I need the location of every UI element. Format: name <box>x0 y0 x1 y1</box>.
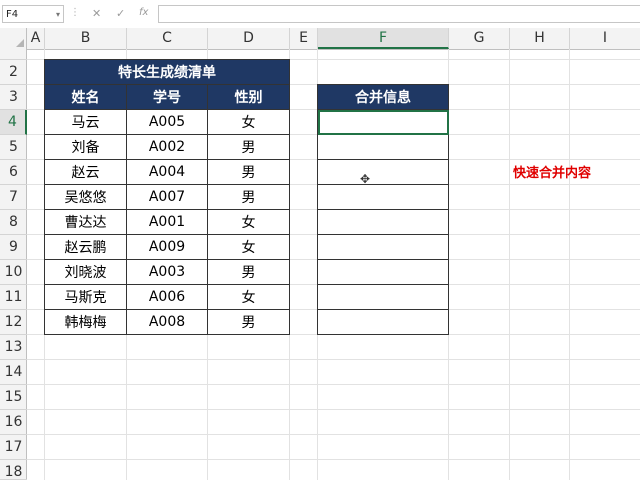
merge-cell[interactable] <box>317 209 449 235</box>
row-header-selected[interactable]: 4 <box>0 110 27 135</box>
name-box-value: F4 <box>6 9 19 20</box>
cell-id[interactable]: A007 <box>126 184 208 210</box>
table-row: 赵云 A004 男 <box>44 159 290 185</box>
cell-name[interactable]: 刘晓波 <box>44 259 127 285</box>
merge-info-table: 合并信息 <box>317 84 449 335</box>
cell-gender[interactable]: 女 <box>207 234 290 260</box>
enter-icon[interactable]: ✓ <box>116 7 125 20</box>
cell-id[interactable]: A005 <box>126 109 208 135</box>
row-header[interactable]: 11 <box>0 285 27 310</box>
merge-cell[interactable] <box>317 159 449 185</box>
row-header[interactable]: 2 <box>0 60 27 85</box>
row-header-column: 2 3 4 5 6 7 8 9 10 11 12 13 14 15 16 17 … <box>0 49 27 480</box>
student-table: 特长生成绩清单 姓名 学号 性别 马云 A005 女 刘备 A002 男 赵云 … <box>44 59 290 335</box>
function-icon[interactable]: fx <box>139 7 148 18</box>
cell-name[interactable]: 马斯克 <box>44 284 127 310</box>
cell-name[interactable]: 刘备 <box>44 134 127 160</box>
cell-id[interactable]: A009 <box>126 234 208 260</box>
table-row: 刘备 A002 男 <box>44 134 290 160</box>
cursor-icon: ✥ <box>360 172 371 186</box>
annotation-text: 快速合并内容 <box>513 166 592 181</box>
merge-cell[interactable] <box>317 284 449 310</box>
cell-gender[interactable]: 男 <box>207 159 290 185</box>
cell-name[interactable]: 赵云鹏 <box>44 234 127 260</box>
row-header[interactable]: 12 <box>0 310 27 335</box>
row-header[interactable]: 7 <box>0 185 27 210</box>
row-header[interactable]: 6 <box>0 160 27 185</box>
column-header-h[interactable]: H <box>510 28 570 49</box>
merge-cell[interactable] <box>317 259 449 285</box>
merge-cell[interactable] <box>317 134 449 160</box>
cell-gender[interactable]: 男 <box>207 134 290 160</box>
row-header[interactable]: 15 <box>0 385 27 410</box>
column-header-d[interactable]: D <box>208 28 290 49</box>
merge-cell[interactable] <box>317 184 449 210</box>
header-gender[interactable]: 性别 <box>207 84 290 110</box>
row-header[interactable]: 8 <box>0 210 27 235</box>
cell-name[interactable]: 马云 <box>44 109 127 135</box>
cell-name[interactable]: 吴悠悠 <box>44 184 127 210</box>
header-id[interactable]: 学号 <box>126 84 208 110</box>
column-header-row: A B C D E F G H I <box>0 28 640 50</box>
column-header-e[interactable]: E <box>290 28 318 49</box>
cell-name[interactable]: 赵云 <box>44 159 127 185</box>
merge-cell-selected[interactable] <box>317 109 449 135</box>
column-header-i[interactable]: I <box>570 28 640 49</box>
row-header[interactable]: 10 <box>0 260 27 285</box>
table-title[interactable]: 特长生成绩清单 <box>44 59 290 85</box>
cell-id[interactable]: A001 <box>126 209 208 235</box>
column-header-b[interactable]: B <box>45 28 127 49</box>
row-header[interactable]: 3 <box>0 85 27 110</box>
cell-id[interactable]: A008 <box>126 309 208 335</box>
row-header[interactable]: 13 <box>0 335 27 360</box>
merge-info-header[interactable]: 合并信息 <box>317 84 449 110</box>
name-box[interactable]: F4 ▾ <box>2 5 64 23</box>
cell-id[interactable]: A002 <box>126 134 208 160</box>
cell-gender[interactable]: 男 <box>207 309 290 335</box>
row-header[interactable]: 18 <box>0 460 27 480</box>
cell-gender[interactable]: 女 <box>207 284 290 310</box>
table-row: 马斯克 A006 女 <box>44 284 290 310</box>
column-header-g[interactable]: G <box>449 28 510 49</box>
cell-name[interactable]: 韩梅梅 <box>44 309 127 335</box>
cell-gender[interactable]: 女 <box>207 209 290 235</box>
formula-bar: F4 ▾ ⋮ ✕ ✓ fx <box>0 0 640 29</box>
cell-id[interactable]: A004 <box>126 159 208 185</box>
merge-cell[interactable] <box>317 234 449 260</box>
table-row: 曹达达 A001 女 <box>44 209 290 235</box>
row-header[interactable]: 14 <box>0 360 27 385</box>
formula-input[interactable] <box>158 5 640 23</box>
merge-cell[interactable] <box>317 309 449 335</box>
cell-gender[interactable]: 男 <box>207 259 290 285</box>
header-name[interactable]: 姓名 <box>44 84 127 110</box>
separator-icon: ⋮ <box>70 7 80 18</box>
row-header[interactable]: 16 <box>0 410 27 435</box>
cell-name[interactable]: 曹达达 <box>44 209 127 235</box>
table-row: 赵云鹏 A009 女 <box>44 234 290 260</box>
chevron-down-icon[interactable]: ▾ <box>56 6 60 24</box>
column-header-f[interactable]: F <box>318 28 449 49</box>
cell-id[interactable]: A003 <box>126 259 208 285</box>
cell-gender[interactable]: 男 <box>207 184 290 210</box>
table-row: 马云 A005 女 <box>44 109 290 135</box>
column-header-c[interactable]: C <box>127 28 208 49</box>
table-row: 刘晓波 A003 男 <box>44 259 290 285</box>
table-row: 韩梅梅 A008 男 <box>44 309 290 335</box>
row-header[interactable]: 9 <box>0 235 27 260</box>
row-header[interactable]: 17 <box>0 435 27 460</box>
select-all-button[interactable] <box>0 28 27 49</box>
row-header-1[interactable] <box>0 49 27 60</box>
cell-gender[interactable]: 女 <box>207 109 290 135</box>
table-row: 吴悠悠 A007 男 <box>44 184 290 210</box>
column-header-a[interactable]: A <box>27 28 45 49</box>
cancel-icon[interactable]: ✕ <box>92 7 101 20</box>
row-header[interactable]: 5 <box>0 135 27 160</box>
cell-id[interactable]: A006 <box>126 284 208 310</box>
